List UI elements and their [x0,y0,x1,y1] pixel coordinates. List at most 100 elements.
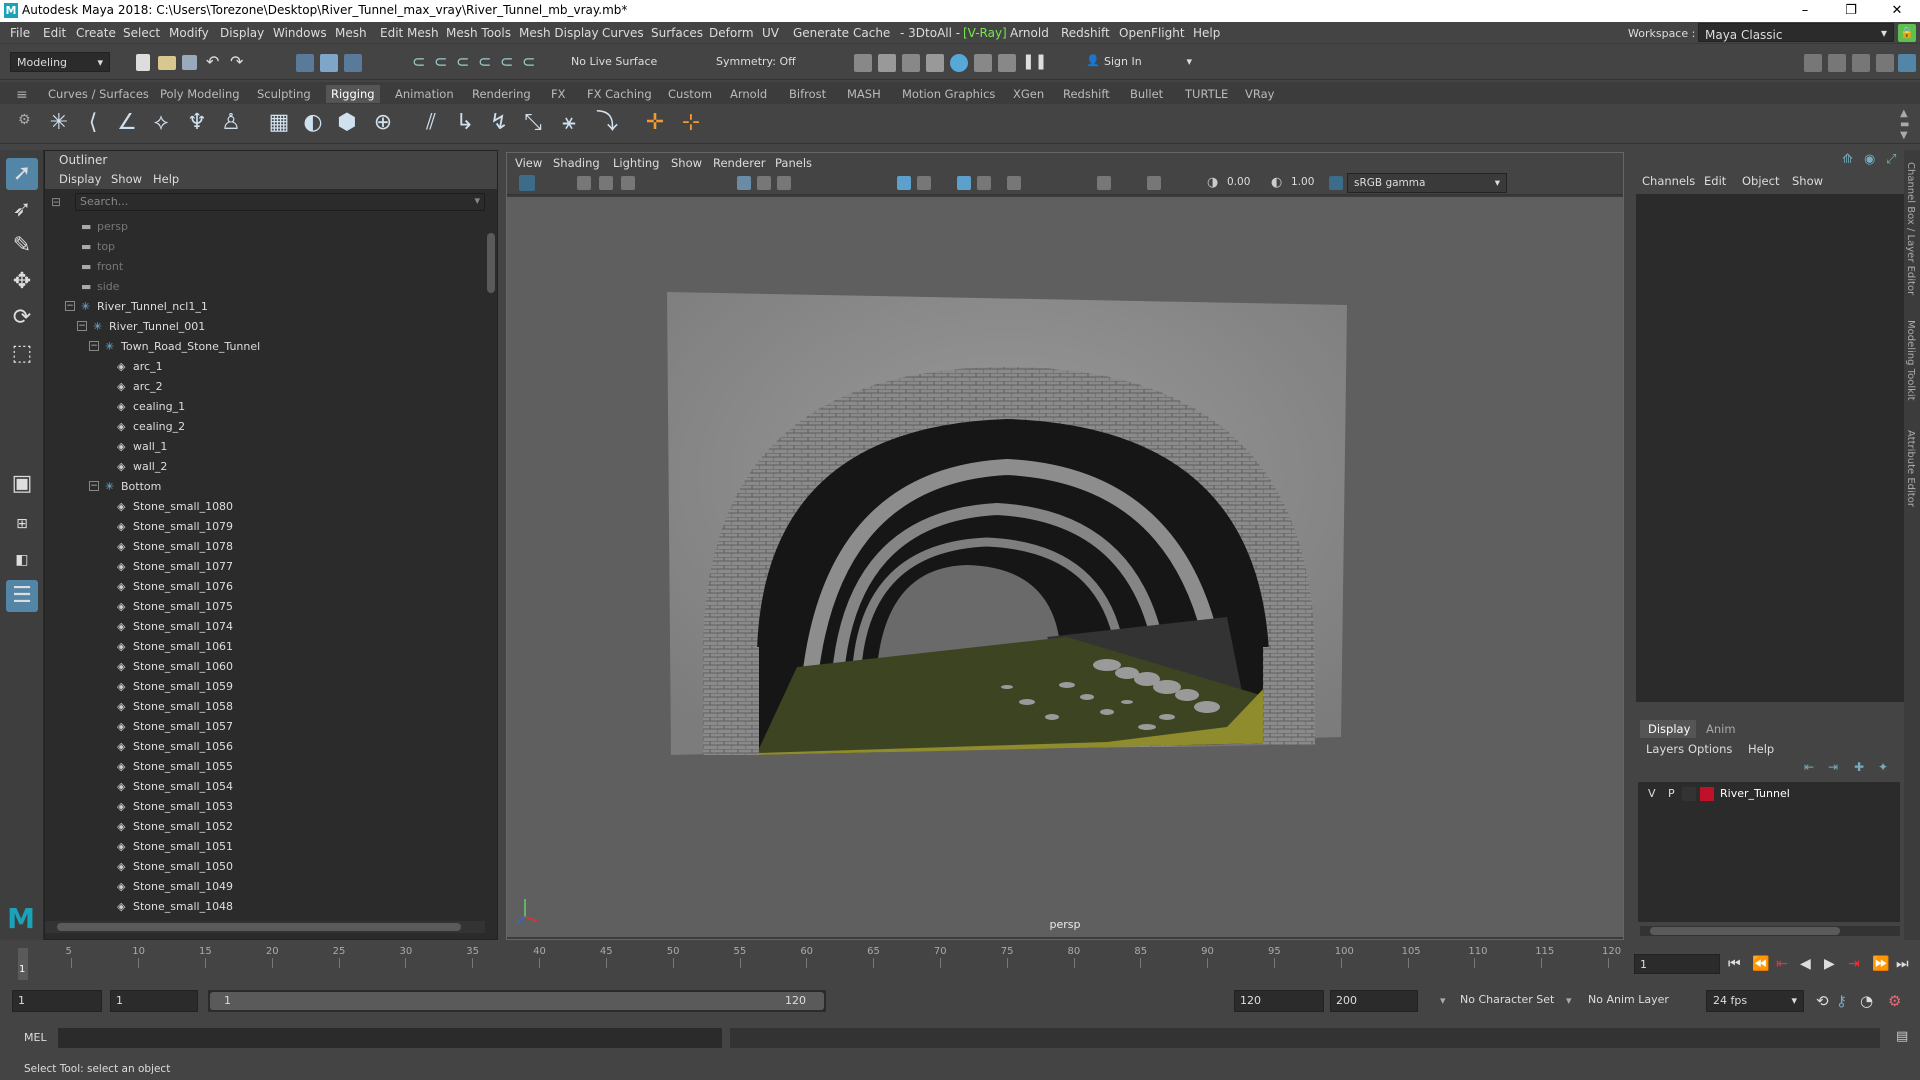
filter-icon[interactable]: ⊟ [51,195,61,209]
outliner-row[interactable]: ◈ Stone_small_1054 [45,777,485,797]
menu-display[interactable]: Display [220,26,264,40]
layer-tab-display[interactable]: Display [1640,720,1696,738]
outliner-row[interactable]: − ✳ River_Tunnel_001 [45,317,485,337]
character-set-dropdown[interactable]: No Character Set [1460,993,1554,1006]
shelf-tab-bullet[interactable]: Bullet [1130,87,1163,101]
layer-scroll-thumb[interactable] [1650,927,1840,935]
script-editor-icon[interactable]: ▤ [1896,1029,1908,1044]
shelf-settings-icon[interactable]: ⚙ [18,112,31,128]
character-controls-icon[interactable] [1828,54,1846,72]
layer-type-toggle[interactable] [1682,787,1696,801]
command-input[interactable] [58,1028,722,1048]
menu-edit-mesh[interactable]: Edit Mesh [380,26,439,40]
blend-shape-icon[interactable]: ⚹ [554,108,584,138]
persp-outliner-icon[interactable]: ◧ [6,544,38,576]
menu-help[interactable]: Help [1193,26,1220,40]
menu-mesh-display[interactable]: Mesh Display [519,26,599,40]
range-slider[interactable]: 1 120 [208,990,826,1012]
channels-show-menu[interactable]: Show [1792,174,1823,188]
step-back-frame-icon[interactable]: ⇤ [1776,956,1788,972]
play-forward-icon[interactable]: ▶ [1824,956,1835,972]
key-icon[interactable]: ⚷ [1836,992,1847,1010]
channel-help-icon[interactable]: ◉ [1864,152,1875,167]
viewport-menu-show[interactable]: Show [671,156,702,170]
menu-create[interactable]: Create [76,26,116,40]
outliner-row[interactable]: ◈ cealing_2 [45,417,485,437]
layer-visibility-toggle[interactable]: V [1648,787,1656,800]
vray-render-icon[interactable] [974,54,992,72]
shelf-tab-rigging[interactable]: Rigging [326,85,380,103]
outliner-row[interactable]: ◈ Stone_small_1076 [45,577,485,597]
nonlinear-icon[interactable]: ⤡ [518,108,548,138]
channel-expand-icon[interactable]: ⤢ [1886,152,1896,167]
paint-select-icon[interactable]: ✎ [6,230,38,262]
shelf-scroll-icon[interactable]: ▲ ▬ ▼ [1900,108,1909,141]
anim-layer-dropdown[interactable]: No Anim Layer [1588,993,1669,1006]
shelf-menu-icon[interactable]: ≡ [16,87,28,103]
outliner-row[interactable]: ◈ arc_2 [45,377,485,397]
shelf-tab-vray[interactable]: VRay [1245,87,1274,101]
viewport-menu-lighting[interactable]: Lighting [613,156,659,170]
new-layer-icon[interactable]: ✚ [1854,760,1864,774]
quick-rig-icon[interactable]: ⟡ [146,108,176,138]
outliner-scroll-thumb[interactable] [487,233,495,293]
outliner-row[interactable]: ◈ Stone_small_1052 [45,817,485,837]
shadows-icon[interactable] [1007,176,1021,190]
collapse-toggle-icon[interactable]: − [89,341,99,351]
current-frame-field[interactable]: 1 [1634,954,1720,974]
menu-uv[interactable]: UV [762,26,779,40]
live-surface-field[interactable]: No Live Surface [565,52,665,72]
human-ik-icon[interactable]: ♆ [182,108,212,138]
loop-icon[interactable]: ⟲ [1816,992,1829,1010]
menu-redshift[interactable]: Redshift [1061,26,1110,40]
grid-icon[interactable] [737,176,751,190]
outliner-row[interactable]: ◈ arc_1 [45,357,485,377]
four-view-icon[interactable]: ⊞ [6,508,38,540]
side-tab-channel-box[interactable]: Channel Box / Layer Editor [1905,162,1916,295]
outliner-row[interactable]: ◈ Stone_small_1049 [45,877,485,897]
outliner-row[interactable]: ▬ front [45,257,485,277]
channels-edit-menu[interactable]: Edit [1704,174,1726,188]
modeling-toolkit-icon[interactable] [1804,54,1822,72]
select-tool-icon[interactable]: ➚ [6,158,38,190]
viewport-menu-panels[interactable]: Panels [775,156,812,170]
outliner-row[interactable]: ◈ Stone_small_1056 [45,737,485,757]
film-gate-icon[interactable] [757,176,771,190]
end-time-field[interactable]: 200 [1330,990,1418,1012]
outliner-row[interactable]: ◈ Stone_small_1079 [45,517,485,537]
save-scene-icon[interactable] [182,55,197,70]
menu-3dtoall[interactable]: - 3DtoAll - [900,26,960,40]
ipr-render-icon[interactable] [902,54,920,72]
command-language[interactable]: MEL [24,1031,47,1044]
paint-weights-icon[interactable]: ⬢ [332,108,362,138]
resolution-gate-icon[interactable] [777,176,791,190]
select-hierarchy-icon[interactable] [296,54,314,72]
step-forward-frame-icon[interactable]: ⇥ [1848,956,1860,972]
outliner-row[interactable]: ◈ Stone_small_1074 [45,617,485,637]
minimize-button[interactable]: – [1782,0,1828,22]
outliner-row[interactable]: ◈ wall_2 [45,457,485,477]
select-component-icon[interactable] [344,54,362,72]
side-tab-modeling-toolkit[interactable]: Modeling Toolkit [1905,320,1916,401]
tool-settings-icon[interactable] [1876,54,1894,72]
shelf-tab-bifrost[interactable]: Bifrost [789,87,826,101]
symmetry-dropdown[interactable]: Symmetry: Off [710,52,806,72]
maximize-button[interactable]: ❐ [1828,0,1874,22]
outliner-row[interactable]: ◈ Stone_small_1050 [45,857,485,877]
play-backward-icon[interactable]: ◀ [1800,956,1811,972]
outliner-row[interactable]: ▬ side [45,277,485,297]
outliner-horizontal-scrollbar[interactable] [45,921,485,933]
fps-dropdown[interactable]: 24 fps ▾ [1706,990,1804,1012]
outliner-row[interactable]: ◈ Stone_small_1055 [45,757,485,777]
collapse-toggle-icon[interactable]: − [65,301,75,311]
menu-file[interactable]: File [10,26,30,40]
menu-surfaces[interactable]: Surfaces [651,26,703,40]
shelf-tab-rendering[interactable]: Rendering [472,87,531,101]
outliner-row[interactable]: ◈ Stone_small_1048 [45,897,485,917]
pause-icon[interactable]: ❚❚ [1022,52,1047,70]
shelf-tab-xgen[interactable]: XGen [1013,87,1044,101]
menu-openflight[interactable]: OpenFlight [1119,26,1185,40]
viewport-menu-shading[interactable]: Shading [553,156,600,170]
playback-end-field[interactable]: 120 [1234,990,1324,1012]
outliner-row[interactable]: − ✳ River_Tunnel_ncl1_1 [45,297,485,317]
